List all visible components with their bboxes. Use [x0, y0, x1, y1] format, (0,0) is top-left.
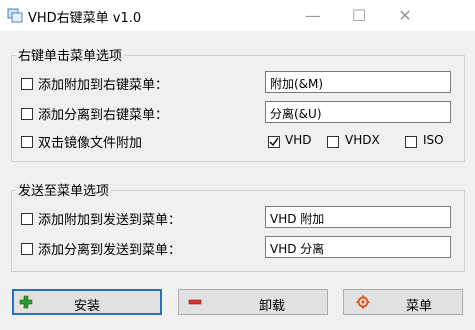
- minimize-icon: —: [305, 5, 321, 25]
- menu-button-label: 菜单: [406, 299, 433, 314]
- context-menu-group-title: 右键单击菜单选项: [16, 45, 125, 64]
- plus-icon: [19, 295, 33, 309]
- double-click-mount-checkbox[interactable]: [21, 136, 33, 148]
- add-unmount-sendto-label: 添加分离到发送到菜单：: [38, 243, 182, 258]
- add-mount-context-label: 添加附加到右键菜单：: [38, 78, 169, 93]
- app-icon: [7, 7, 23, 23]
- minimize-button[interactable]: —: [290, 0, 336, 31]
- add-mount-sendto-label: 添加附加到发送到菜单：: [38, 213, 182, 228]
- close-button[interactable]: ✕: [382, 0, 428, 31]
- close-icon: ✕: [398, 5, 412, 25]
- add-unmount-context-checkbox[interactable]: [21, 108, 33, 120]
- vhd-checkbox[interactable]: [268, 136, 280, 148]
- add-mount-context-checkbox[interactable]: [21, 78, 33, 90]
- sendto-menu-group-title: 发送至菜单选项: [16, 180, 112, 199]
- maximize-button[interactable]: ☐: [336, 0, 382, 31]
- vhdx-label: VHDX: [345, 133, 380, 147]
- window-title: VHD右键菜单 v1.0: [28, 11, 142, 26]
- vhdx-checkbox[interactable]: [327, 136, 339, 148]
- unmount-sendto-text-input[interactable]: VHD 分离: [265, 236, 451, 258]
- add-unmount-sendto-checkbox[interactable]: [21, 243, 33, 255]
- unmount-context-text-input[interactable]: 分离(&U): [265, 101, 451, 123]
- sendto-menu-group: [11, 190, 465, 272]
- menu-button[interactable]: 菜单: [343, 289, 463, 315]
- maximize-icon: ☐: [351, 5, 367, 25]
- gear-icon: [356, 295, 370, 309]
- mount-sendto-text-input[interactable]: VHD 附加: [265, 206, 451, 228]
- install-button[interactable]: 安装: [12, 289, 162, 315]
- mount-context-text-input[interactable]: 附加(&M): [265, 71, 451, 93]
- add-mount-sendto-checkbox[interactable]: [21, 213, 33, 225]
- uninstall-button[interactable]: 卸载: [178, 289, 328, 315]
- iso-checkbox[interactable]: [405, 136, 417, 148]
- title-bar: VHD右键菜单 v1.0 — ☐ ✕: [0, 0, 475, 31]
- vhd-label: VHD: [285, 133, 312, 147]
- double-click-mount-label: 双击镜像文件附加: [38, 136, 143, 151]
- minus-icon: [188, 295, 202, 309]
- checkmark-icon: [269, 137, 279, 147]
- iso-label: ISO: [423, 133, 444, 147]
- add-unmount-context-label: 添加分离到右键菜单：: [38, 108, 169, 123]
- uninstall-button-label: 卸载: [259, 299, 286, 314]
- install-button-label: 安装: [74, 299, 101, 314]
